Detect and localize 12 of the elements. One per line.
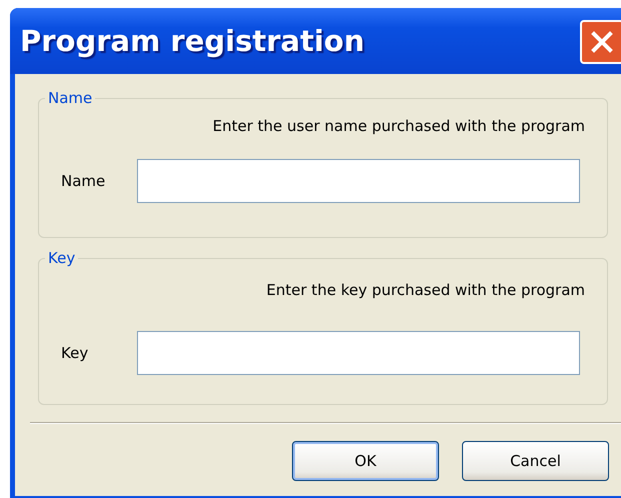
input-field[interactable] [137,159,580,203]
close-icon [591,31,613,53]
field-label: Name [61,172,106,190]
input-field[interactable] [137,331,580,375]
instruction-text: Enter the key purchased with the program [265,281,586,299]
window-title: Program registration [20,24,364,58]
dialog-button[interactable]: Cancel [462,441,609,481]
instruction-text: Enter the user name purchased with the program [212,117,586,135]
group-legend: Key [45,249,78,267]
field-label: Key [61,344,90,362]
close-button[interactable] [580,20,621,64]
dialog-button[interactable]: OK [292,441,439,481]
